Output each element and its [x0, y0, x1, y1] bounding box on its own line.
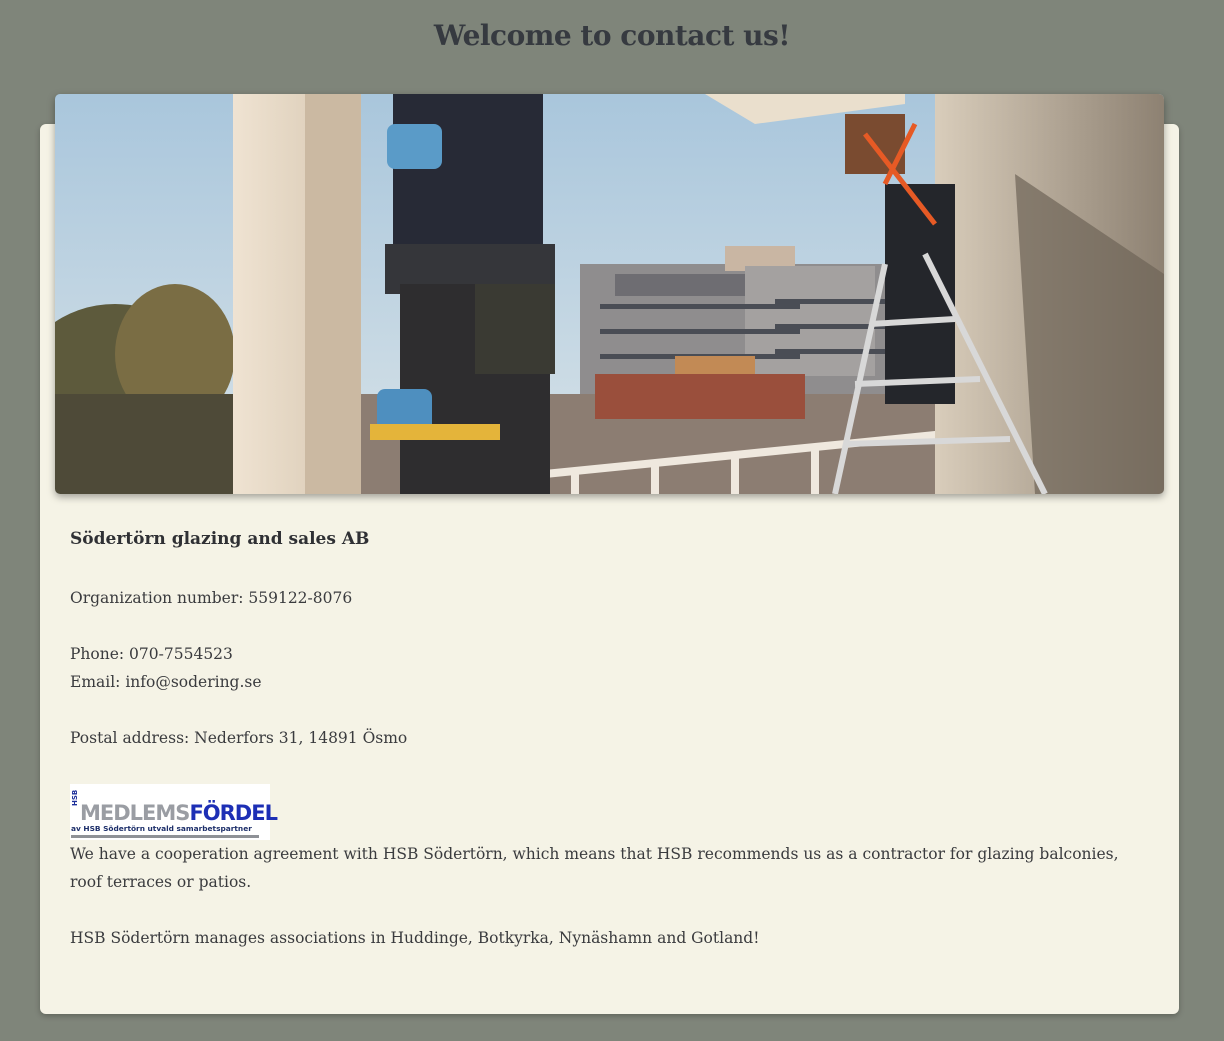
- hsb-logo-bar: [71, 835, 259, 838]
- hsb-logo-subtitle: av HSB Södertörn utvald samarbetspartner: [71, 824, 252, 833]
- email-text: Email: info@sodering.se: [70, 673, 262, 691]
- hsb-logo-main-text: MEDLEMSFÖRDEL: [80, 801, 278, 825]
- organization-number: Organization number: 559122-8076: [70, 589, 353, 607]
- page-title: Welcome to contact us!: [433, 19, 791, 52]
- hsb-logo-side-text: HSB: [71, 789, 79, 806]
- phone-text: Phone: 070-7554523: [70, 645, 233, 663]
- associations-text: HSB Södertörn manages associations in Hu…: [70, 929, 760, 947]
- cooperation-text: We have a cooperation agreement with HSB…: [70, 845, 1119, 891]
- hero-image: [55, 94, 1164, 494]
- postal-address: Postal address: Nederfors 31, 14891 Ösmo: [70, 729, 408, 747]
- company-name: Södertörn glazing and sales AB: [70, 529, 370, 549]
- contact-details: Södertörn glazing and sales AB Organizat…: [70, 524, 1150, 952]
- hsb-medlemsfordel-logo: HSB MEDLEMSFÖRDEL av HSB Södertörn utval…: [70, 784, 278, 840]
